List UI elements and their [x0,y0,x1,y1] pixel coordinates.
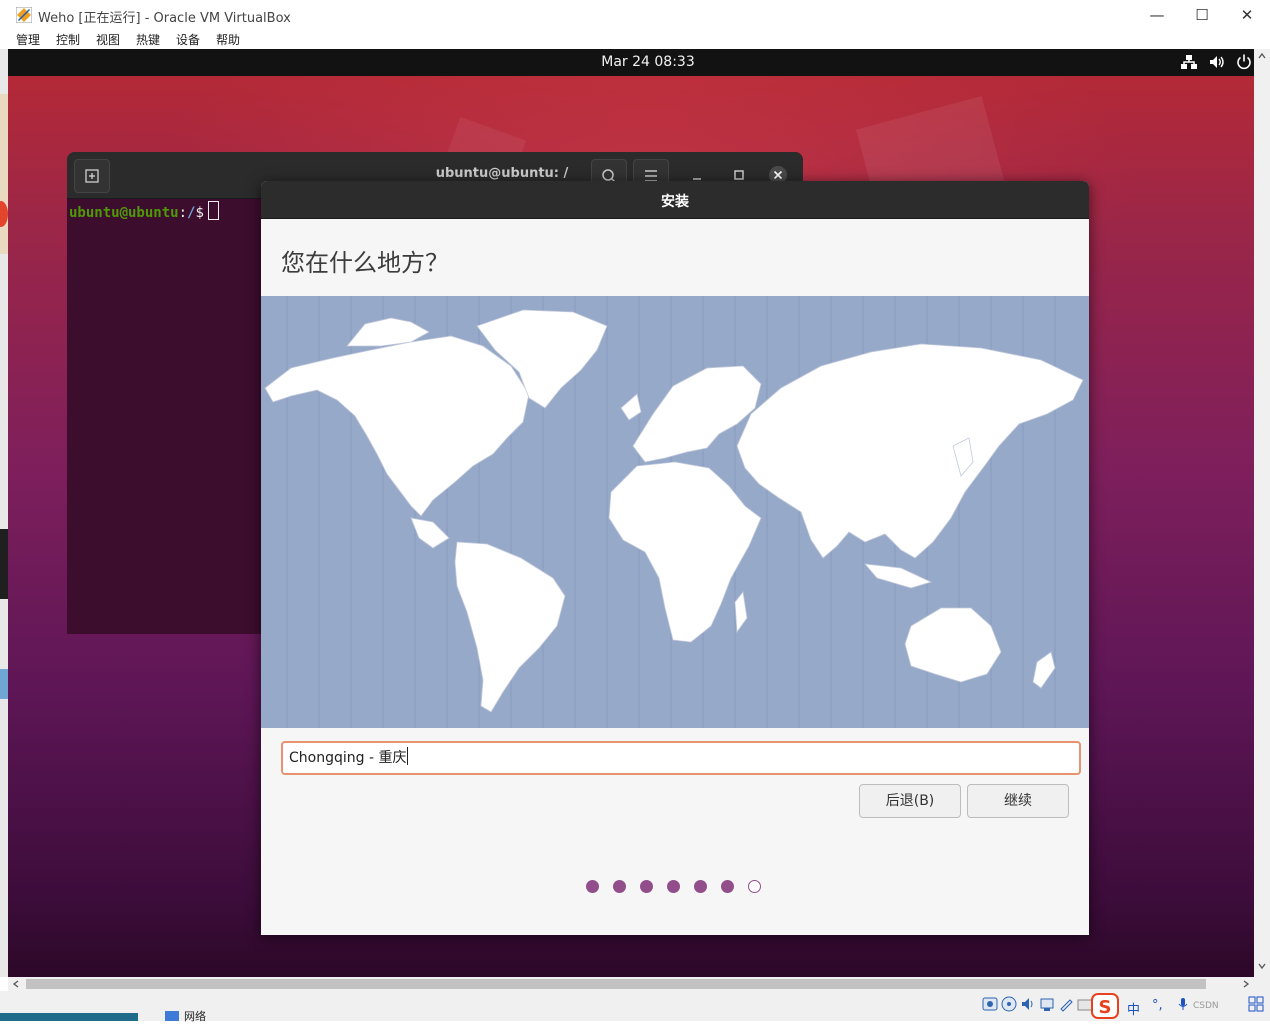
progress-dot [694,880,707,893]
progress-dot [586,880,599,893]
menu-view[interactable]: 视图 [96,31,120,48]
installer-title: 安装 [661,194,689,210]
close-button[interactable]: ✕ [1227,4,1267,26]
timezone-map[interactable] [261,296,1089,728]
optical-drive-icon[interactable] [1001,996,1017,1012]
text-caret [407,747,409,765]
sogou-ime-icon[interactable]: S [1091,991,1121,1021]
grid-icon[interactable] [1248,996,1264,1012]
network-icon[interactable] [1180,53,1198,71]
page-heading: 您在什么地方？ [281,249,449,277]
usb-icon[interactable] [1058,996,1074,1012]
vm-screen[interactable]: Mar 24 08:33 ubuntu@ubuntu: / ubuntu@ubu… [8,49,1254,977]
menu-manage[interactable]: 管理 [16,31,40,48]
world-map-image [264,296,1084,728]
prompt-dollar: $ [195,205,204,221]
terminal-prompt: ubuntu@ubuntu:/$ [69,201,219,221]
timezone-input[interactable]: Chongqing - 重庆 [281,741,1081,775]
new-tab-button[interactable] [74,159,110,193]
menu-hotkeys[interactable]: 热键 [136,31,160,48]
vbox-titlebar: Weho [正在运行] - Oracle VM VirtualBox — ☐ ✕ [0,0,1270,30]
installer-window[interactable]: 安装 您在什么地方？ Chongqing - 重庆 后退(B) 继续 [261,181,1089,935]
prompt-user: ubuntu@ubuntu [69,205,179,221]
maximize-button[interactable]: ☐ [1182,4,1222,26]
progress-dots [586,878,775,893]
horizontal-scrollbar[interactable] [8,977,1270,991]
virtualbox-app-icon[interactable] [16,7,32,23]
timezone-value: Chongqing - 重庆 [289,750,407,766]
scroll-down-icon[interactable] [1257,961,1267,971]
taskbar-label: 网络 [184,1010,206,1023]
vbox-menubar: 管理 控制 视图 热键 设备 帮助 [0,30,1270,49]
scroll-right-icon[interactable] [1241,979,1251,989]
menu-control[interactable]: 控制 [56,31,80,48]
scroll-up-icon[interactable] [1257,51,1267,61]
installer-headerbar: 安装 [261,181,1089,219]
ubuntu-top-bar: Mar 24 08:33 [8,49,1254,76]
window-title: Weho [正在运行] - Oracle VM VirtualBox [38,11,291,26]
prompt-separator: : [178,205,188,221]
folder-icon [165,1011,179,1021]
progress-dot-current [748,880,761,893]
progress-dot [613,880,626,893]
host-desktop-strip [0,49,8,977]
minimize-button[interactable]: — [1137,4,1177,26]
volume-icon[interactable] [1208,53,1226,71]
new-tab-icon [85,169,99,183]
progress-dot [640,880,653,893]
vertical-scrollbar[interactable] [1254,49,1270,977]
scroll-left-icon[interactable] [11,979,21,989]
harddisk-icon[interactable] [982,996,998,1012]
audio-icon[interactable] [1020,996,1036,1012]
menu-devices[interactable]: 设备 [176,31,200,48]
continents [264,309,1084,713]
continue-button[interactable]: 继续 [967,784,1069,818]
host-taskbar-fragment [0,1013,138,1021]
progress-dot [667,880,680,893]
power-icon[interactable] [1235,53,1253,71]
terminal-title: ubuntu@ubuntu: / [435,166,569,181]
network-adapter-icon[interactable] [1039,996,1055,1012]
progress-dot [721,880,734,893]
vbox-statusbar: 网络 S 中 °, CSDN [0,991,1270,1023]
terminal-cursor [207,201,219,220]
ime-language[interactable]: 中 [1127,999,1140,1018]
microphone-icon[interactable] [1175,996,1191,1012]
clock[interactable]: Mar 24 08:33 [8,54,1254,70]
scroll-thumb[interactable] [26,979,1206,989]
watermark-badge: CSDN [1193,1001,1219,1011]
menu-help[interactable]: 帮助 [216,31,240,48]
svg-text:S: S [1099,997,1112,1018]
back-button[interactable]: 后退(B) [859,784,961,818]
ime-punctuation[interactable]: °, [1152,998,1163,1013]
